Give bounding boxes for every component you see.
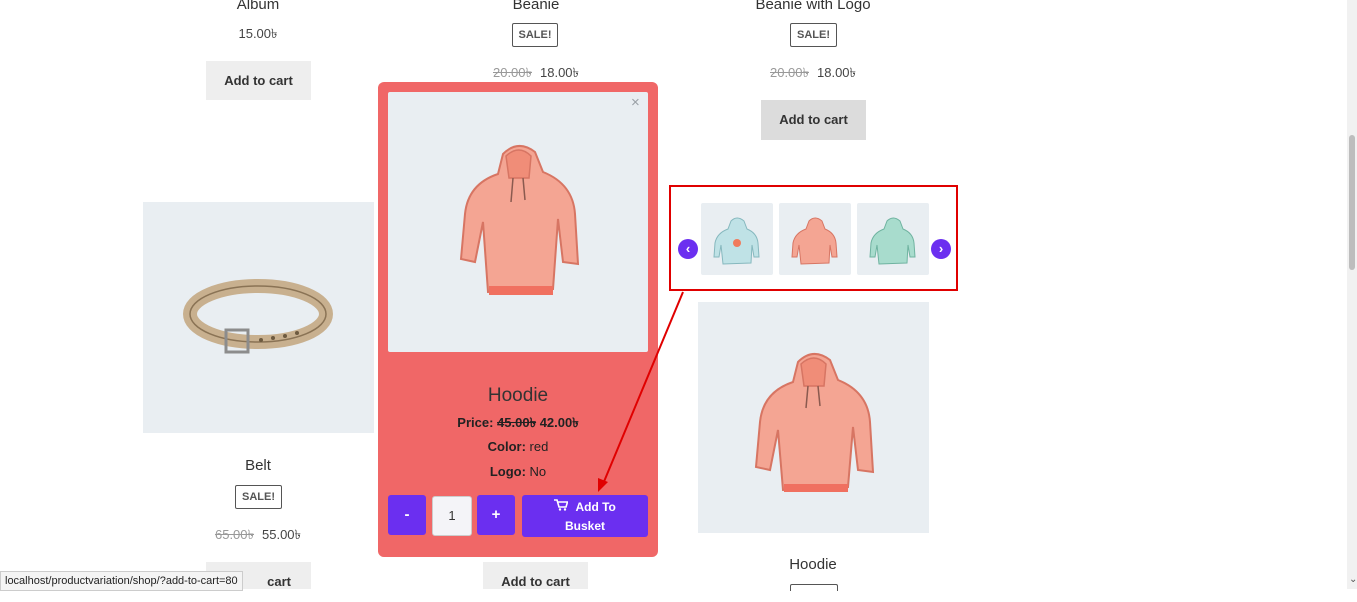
page-scrollbar[interactable] [1347,0,1357,589]
status-bar-url: localhost/productvariation/shop/?add-to-… [0,571,243,591]
annotation-arrow [598,291,684,492]
scroll-down-icon[interactable]: ⌄ [1349,574,1357,585]
scrollbar-thumb[interactable] [1349,135,1355,270]
